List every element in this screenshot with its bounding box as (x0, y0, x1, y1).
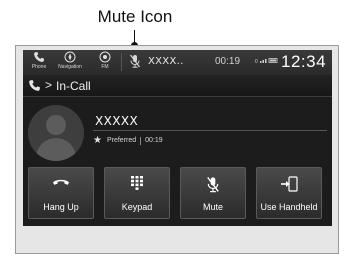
mute-label: Mute (202, 202, 223, 212)
navigation-shortcut[interactable]: Navigation (54, 51, 86, 73)
phone-shortcut[interactable]: Phone (27, 51, 51, 73)
page-title: In-Call (56, 79, 91, 93)
navigation-label: Navigation (58, 64, 82, 70)
call-duration: 00:19 (145, 137, 163, 144)
keypad-button[interactable]: Keypad (104, 167, 170, 219)
preferred-label: Preferred (106, 137, 137, 144)
breadcrumb: > In-Call (23, 75, 332, 97)
chevron-right-icon: > (45, 78, 53, 92)
avatar (28, 105, 84, 161)
avatar-body (36, 138, 76, 161)
status-bar: Phone Navigation FM XXXX.. 00:19 0 12:34 (23, 50, 332, 75)
caller-name: XXXXX (95, 114, 139, 128)
mute-icon (207, 176, 219, 193)
hang-up-label: Hang Up (43, 202, 79, 212)
clock: 12:34 (281, 52, 327, 71)
signal-battery-indicator: 0 (255, 54, 279, 72)
fm-label: FM (101, 64, 109, 70)
phone-icon (34, 52, 44, 62)
keypad-label: Keypad (121, 202, 153, 212)
compass-icon (64, 51, 76, 63)
mute-status-indicator (127, 54, 143, 76)
phone-icon (29, 80, 40, 91)
use-handheld-button[interactable]: Use Handheld (256, 167, 322, 219)
handheld-transfer-icon (281, 176, 298, 192)
mute-icon (130, 54, 140, 68)
star-icon: ★ (93, 135, 102, 146)
avatar-head (46, 115, 66, 135)
use-handheld-label: Use Handheld (260, 202, 318, 212)
infotainment-screen: Phone Navigation FM XXXX.. 00:19 0 12:34… (23, 50, 332, 226)
radio-icon (99, 51, 111, 63)
fm-shortcut[interactable]: FM (95, 51, 115, 73)
preferred-row: ★ Preferred 00:19 (93, 135, 163, 147)
status-contact-name: XXXX.. (148, 56, 184, 67)
mute-button[interactable]: Mute (180, 167, 246, 219)
status-divider (121, 53, 122, 71)
divider (140, 137, 142, 145)
hang-up-icon (53, 179, 69, 185)
signal-icon: 0 (255, 58, 278, 65)
divider (93, 130, 327, 131)
hang-up-button[interactable]: Hang Up (28, 167, 94, 219)
svg-text:0: 0 (255, 59, 258, 65)
callout-label: Mute Icon (97, 7, 173, 26)
phone-label: Phone (31, 64, 47, 70)
status-call-duration: 00:19 (215, 56, 241, 67)
keypad-icon (131, 176, 143, 190)
